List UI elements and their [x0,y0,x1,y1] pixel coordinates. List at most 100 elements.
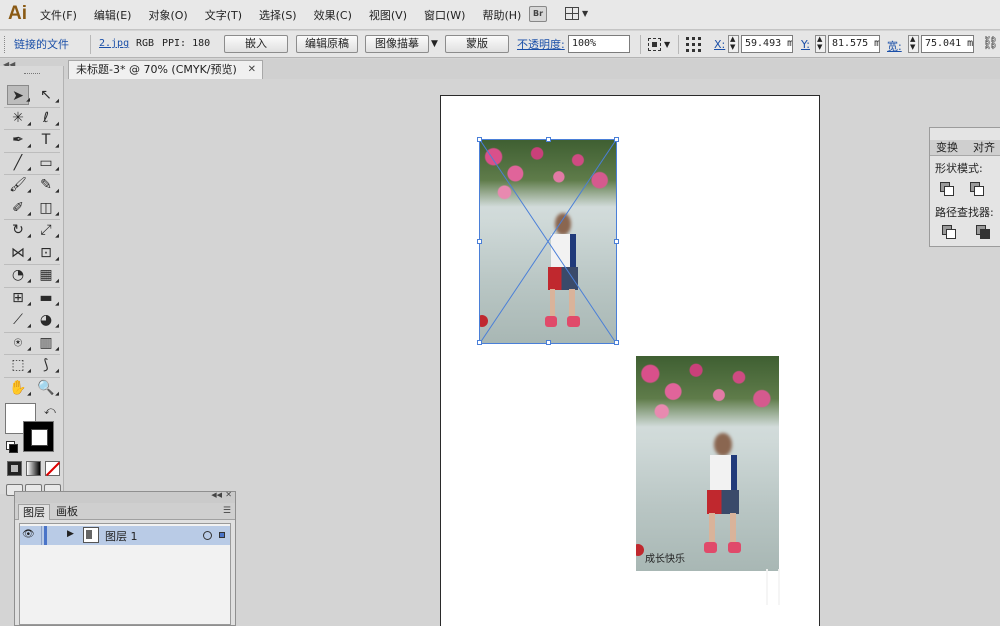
menu-object[interactable]: 对象(O) [148,7,187,23]
control-bar-grip[interactable] [4,36,7,53]
x-field[interactable]: 59.493 mm [741,35,793,53]
tab-transform[interactable]: 变换 [936,141,958,155]
width-field[interactable]: 75.041 mm [921,35,974,53]
perspective-grid-tool[interactable]: ▦ ◢ [35,265,59,285]
arrange-documents-button[interactable]: ▼ [565,7,591,21]
file-name-link[interactable]: 2.jpg [99,38,129,49]
y-field[interactable]: 81.575 mm [828,35,880,53]
type-tool[interactable]: T ◢ [35,130,59,150]
color-mode-button[interactable] [7,461,22,476]
mask-button[interactable]: 蒙版 [445,35,509,53]
embed-button[interactable]: 嵌入 [224,35,288,53]
close-icon[interactable]: ✕ [225,490,232,499]
trim-icon[interactable] [976,225,990,239]
resize-handle-nw[interactable] [477,137,482,142]
zoom-tool[interactable]: 🔍 ◢ [35,378,59,398]
reference-point-icon[interactable] [686,37,702,53]
scale-tool[interactable]: ⤢ ◢ [35,220,59,240]
target-icon[interactable] [203,531,212,540]
pen-tool[interactable]: ✒ ◢ [7,130,31,150]
mesh-tool[interactable]: ⊞ ◢ [7,288,31,308]
resize-handle-w[interactable] [477,239,482,244]
resize-handle-se[interactable] [614,340,619,345]
chevron-down-icon[interactable]: ▼ [664,40,670,49]
direct-selection-tool[interactable]: ↖ ◢ [35,85,59,105]
panel-menu-icon[interactable]: ☰ [223,506,231,516]
gradient-tool[interactable]: ▬ ◢ [35,288,59,308]
selection-bounding-box[interactable] [477,137,619,345]
pathfinder-panel: 变换 对齐 形状模式: 路径查找器: [929,127,1000,247]
layer-row[interactable]: 👁 ▶ 图层 1 [20,526,230,545]
menu-edit[interactable]: 编辑(E) [94,7,132,23]
layers-titlebar[interactable]: ◀◀ ✕ [15,490,235,503]
unite-icon[interactable] [940,182,954,196]
rotate-tool[interactable]: ↻ ◢ [7,220,31,240]
stroke-swatch[interactable] [23,421,54,452]
close-icon[interactable]: ✕ [248,61,256,78]
selection-indicator-icon[interactable] [219,532,225,538]
placed-image[interactable]: 成长快乐 [636,356,779,571]
menu-window[interactable]: 窗口(W) [424,7,465,23]
line-segment-tool[interactable]: ╱ ◢ [7,153,31,173]
eyedropper-tool[interactable]: ⟋ ◢ [7,310,31,330]
tab-artboards[interactable]: 画板 [52,504,82,520]
tool-flyout-indicator: ◢ [27,143,31,149]
document-tab[interactable]: 未标题-3* @ 70% (CMYK/预览) ✕ [68,60,263,79]
align-selection-icon[interactable] [648,38,661,51]
divide-icon[interactable] [942,225,956,239]
x-stepper[interactable] [728,35,739,53]
divider [90,35,91,54]
lasso-tool[interactable]: ℓ ◢ [35,108,59,128]
free-transform-tool[interactable]: ⊡ ◢ [35,243,59,263]
expand-triangle-icon[interactable]: ▶ [67,529,74,539]
menu-view[interactable]: 视图(V) [369,7,407,23]
column-graph-tool[interactable]: ▥ ◢ [35,333,59,353]
image-trace-button[interactable]: 图像描摹 [365,35,429,53]
menu-select[interactable]: 选择(S) [259,7,297,23]
trace-dropdown-icon[interactable]: ▼ [431,39,438,49]
artboard-tool[interactable]: ⬚ ◢ [7,355,31,375]
constrain-link-icon[interactable]: ⛓ [982,36,999,51]
linked-file-link[interactable]: 链接的文件 [14,36,69,52]
resize-handle-s[interactable] [546,340,551,345]
layer-name[interactable]: 图层 1 [105,528,138,544]
menu-effect[interactable]: 效果(C) [314,7,352,23]
swap-fill-stroke-icon[interactable]: ⤺ [44,404,56,418]
none-mode-button[interactable] [45,461,60,476]
width-tool[interactable]: ⋈ ◢ [7,243,31,263]
bridge-button[interactable]: Br [529,6,547,22]
pencil-tool[interactable]: ✎ ◢ [35,175,59,195]
gradient-mode-button[interactable] [26,461,41,476]
slice-tool[interactable]: ⟆ ◢ [35,355,59,375]
menu-help[interactable]: 帮助(H) [482,7,521,23]
hand-tool[interactable]: ✋ ◢ [7,378,31,398]
shape-builder-tool[interactable]: ◔ ◢ [7,265,31,285]
resize-handle-e[interactable] [614,239,619,244]
symbol-sprayer-tool[interactable]: ⍟ ◢ [7,333,31,353]
width-stepper[interactable] [908,35,919,53]
edit-original-button[interactable]: 编辑原稿 [296,35,358,53]
lock-column[interactable] [41,526,42,545]
tab-align[interactable]: 对齐 [973,141,995,155]
blob-brush-tool[interactable]: ✐ ◢ [7,198,31,218]
tab-layers[interactable]: 图层 [18,504,50,520]
blend-tool[interactable]: ◕ ◢ [35,310,59,330]
paintbrush-tool[interactable]: 🖌 ◢ [7,175,31,195]
default-fill-stroke-icon[interactable] [6,441,18,453]
minus-front-icon[interactable] [970,182,984,196]
opacity-label-link[interactable]: 不透明度: [517,36,565,52]
menu-type[interactable]: 文字(T) [205,7,242,23]
menu-file[interactable]: 文件(F) [40,7,77,23]
magic-wand-tool[interactable]: ✳ ◢ [7,108,31,128]
y-stepper[interactable] [815,35,826,53]
selection-tool[interactable]: ➤ ◢ [7,85,30,105]
rectangle-tool[interactable]: ▭ ◢ [35,153,59,173]
tools-panel-grip[interactable] [24,73,40,75]
resize-handle-sw[interactable] [477,340,482,345]
resize-handle-n[interactable] [546,137,551,142]
opacity-field[interactable]: 100% ▼ [568,35,630,53]
resize-handle-ne[interactable] [614,137,619,142]
eraser-tool[interactable]: ◫ ◢ [35,198,59,218]
collapse-icon[interactable]: ◀◀ [211,491,222,499]
visibility-eye-icon[interactable]: 👁 [22,529,35,540]
